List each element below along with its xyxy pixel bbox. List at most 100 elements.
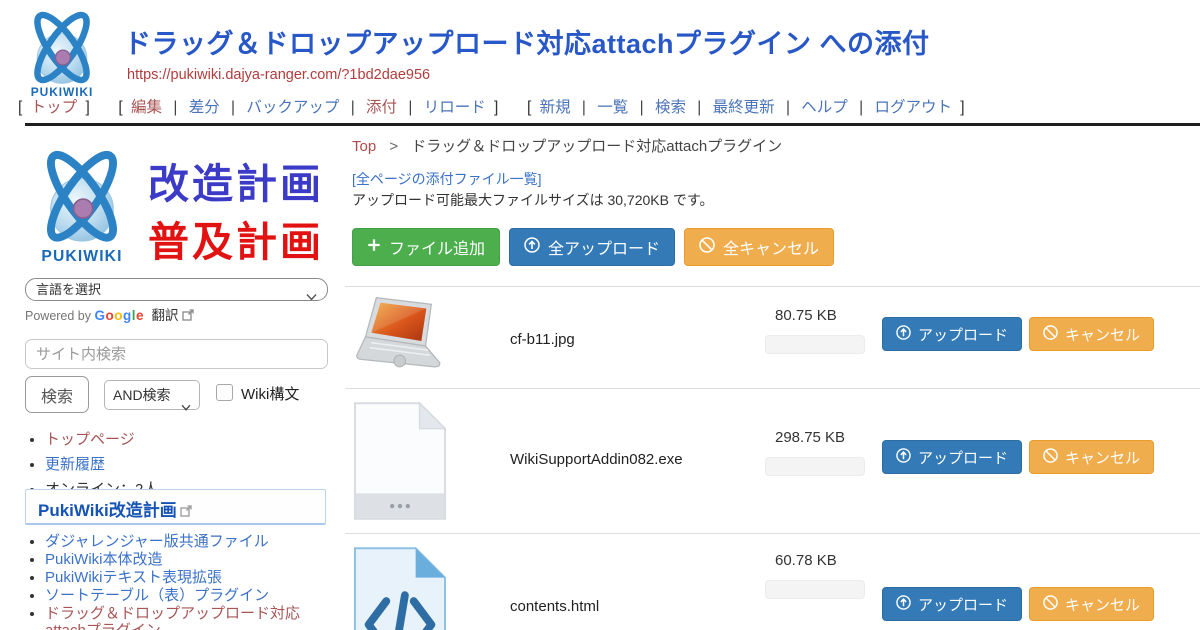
google-translate-credit: Powered by Google 翻訳 (25, 304, 194, 324)
nav-item-recent[interactable]: 最終更新 (713, 99, 775, 116)
upload-all-button[interactable]: 全アップロード (509, 228, 675, 266)
breadcrumb-home-link[interactable]: Top (352, 138, 376, 155)
nav-item-help[interactable]: ヘルプ (801, 99, 848, 116)
search-mode-select[interactable]: AND検索 (104, 380, 200, 410)
upload-button[interactable]: アップロード (882, 587, 1022, 621)
nav-pipe: | (231, 99, 235, 116)
nav-pipe: | (408, 99, 412, 116)
breadcrumb-separator: > (389, 138, 398, 155)
file-row: WikiSupportAddin082.exe 298.75 KB アップロード… (345, 388, 1200, 533)
page-title: ドラッグ＆ドロップアップロード対応attachプラグイン への添付 (124, 22, 930, 61)
page-nav: [ トップ ] [ 編集 | 差分 | バックアップ | 添付 | リロード ]… (14, 95, 969, 117)
nav-pipe: | (173, 99, 177, 116)
upload-all-label: 全アップロード (548, 235, 660, 259)
cancel-button[interactable]: キャンセル (1029, 587, 1154, 621)
cancel-label: キャンセル (1065, 324, 1140, 345)
plus-icon (367, 238, 381, 257)
nav-pipe: | (859, 99, 863, 116)
file-name: WikiSupportAddin082.exe (510, 451, 683, 468)
google-logo: Google (95, 308, 145, 323)
file-name: contents.html (510, 598, 599, 615)
pukiwiki-attach-page: PUKIWIKI ドラッグ＆ドロップアップロード対応attachプラグイン への… (0, 0, 1200, 630)
nav-bracket: [ (118, 99, 122, 116)
nav-item-diff[interactable]: 差分 (189, 99, 220, 116)
upload-toolbar: ファイル追加 全アップロード 全キャンセル (352, 228, 834, 266)
upload-circle-icon (524, 237, 540, 258)
nav-item-list[interactable]: 一覧 (597, 99, 628, 116)
breadcrumb-current: ドラッグ＆ドロップアップロード対応attachプラグイン (411, 138, 782, 155)
search-button[interactable]: 検索 (25, 376, 89, 413)
sidebar-banner[interactable]: PUKIWIKI 改造計画 普及計画 (26, 140, 330, 266)
upload-label: アップロード (918, 324, 1008, 345)
file-size: 60.78 KB (775, 552, 837, 569)
nav-bracket: ] (494, 99, 498, 116)
cancel-label: キャンセル (1065, 594, 1140, 615)
nav-bracket: [ (527, 99, 531, 116)
site-search-input[interactable] (25, 339, 328, 369)
nav-item-edit[interactable]: 編集 (131, 99, 162, 116)
nav-item-logout[interactable]: ログアウト (874, 99, 952, 116)
pukiwiki-kaizo-link[interactable]: PukiWiki改造計画 (38, 501, 177, 520)
upload-button[interactable]: アップロード (882, 317, 1022, 351)
cancel-button[interactable]: キャンセル (1029, 440, 1154, 474)
translate-link[interactable]: 翻訳 (152, 308, 179, 323)
list-item: PukiWikiテキスト表現拡張 (45, 569, 333, 586)
html-file-icon (353, 546, 447, 630)
upload-label: アップロード (918, 447, 1008, 468)
sidebar-item-common-files[interactable]: ダジャレンジャー版共通ファイル (45, 533, 269, 550)
powered-by-text: Powered by (25, 309, 91, 323)
file-size: 298.75 KB (775, 429, 845, 446)
page-url-link[interactable]: https://pukiwiki.dajya-ranger.com/?1bd2d… (127, 67, 430, 83)
nav-bracket: ] (960, 99, 964, 116)
nav-item-top[interactable]: トップ (31, 99, 78, 116)
file-size: 80.75 KB (775, 307, 837, 324)
sidebar-item-sort-table[interactable]: ソートテーブル（表）プラグイン (45, 587, 269, 604)
banner-kaizo-text: 改造計画 (148, 150, 324, 210)
add-file-button[interactable]: ファイル追加 (352, 228, 500, 266)
list-item: 更新履歴 (45, 453, 333, 474)
max-upload-size-text: アップロード可能最大ファイルサイズは 30,720KB です。 (352, 190, 713, 210)
ban-icon (1043, 595, 1058, 614)
chevron-down-icon (306, 286, 317, 307)
nav-item-search[interactable]: 検索 (655, 99, 686, 116)
generic-file-icon (353, 401, 447, 526)
nav-item-reload[interactable]: リロード (424, 99, 486, 116)
nav-pipe: | (582, 99, 586, 116)
nav-pipe: | (351, 99, 355, 116)
chevron-down-icon (181, 392, 191, 420)
sidebar-item-text-ext[interactable]: PukiWikiテキスト表現拡張 (45, 569, 222, 586)
header-divider (25, 123, 1200, 126)
list-item: PukiWiki本体改造 (45, 551, 333, 568)
wiki-syntax-label: Wiki構文 (241, 383, 299, 404)
sidebar-item-recent-changes[interactable]: 更新履歴 (45, 456, 105, 473)
list-item: ソートテーブル（表）プラグイン (45, 587, 333, 604)
sidebar-item-body-mod[interactable]: PukiWiki本体改造 (45, 551, 163, 568)
all-pages-attach-list-link[interactable]: [全ページの添付ファイル一覧] (352, 169, 542, 189)
external-link-icon (182, 309, 194, 324)
ban-icon (1043, 325, 1058, 344)
ban-icon (699, 237, 715, 258)
wiki-syntax-checkbox[interactable] (216, 384, 233, 401)
upload-circle-icon (896, 448, 911, 467)
nav-bracket: ] (85, 99, 89, 116)
cancel-button[interactable]: キャンセル (1029, 317, 1154, 351)
upload-button[interactable]: アップロード (882, 440, 1022, 474)
nav-pipe: | (640, 99, 644, 116)
search-mode-value: AND検索 (113, 387, 171, 403)
nav-item-backup[interactable]: バックアップ (246, 99, 339, 116)
ban-icon (1043, 448, 1058, 467)
language-select[interactable]: 言語を選択 (25, 278, 328, 301)
nav-item-new[interactable]: 新規 (540, 99, 571, 116)
upload-circle-icon (896, 325, 911, 344)
nav-item-attach[interactable]: 添付 (366, 99, 397, 116)
cancel-all-button[interactable]: 全キャンセル (684, 228, 834, 266)
list-item: トップページ (45, 428, 333, 449)
upload-file-list: cf-b11.jpg 80.75 KB アップロード キャンセル (345, 286, 1200, 630)
breadcrumb: Top > ドラッグ＆ドロップアップロード対応attachプラグイン (352, 135, 782, 156)
upload-circle-icon (896, 595, 911, 614)
pukiwiki-logo-icon[interactable]: PUKIWIKI (16, 5, 108, 106)
list-item: ドラッグ＆ドロップアップロード対応attachプラグイン (45, 605, 333, 630)
sidebar-link-list-bottom: ダジャレンジャー版共通ファイル PukiWiki本体改造 PukiWikiテキス… (45, 533, 333, 630)
sidebar-item-toppage[interactable]: トップページ (45, 431, 135, 448)
sidebar-item-dragdrop-attach[interactable]: ドラッグ＆ドロップアップロード対応attachプラグイン (45, 605, 300, 630)
